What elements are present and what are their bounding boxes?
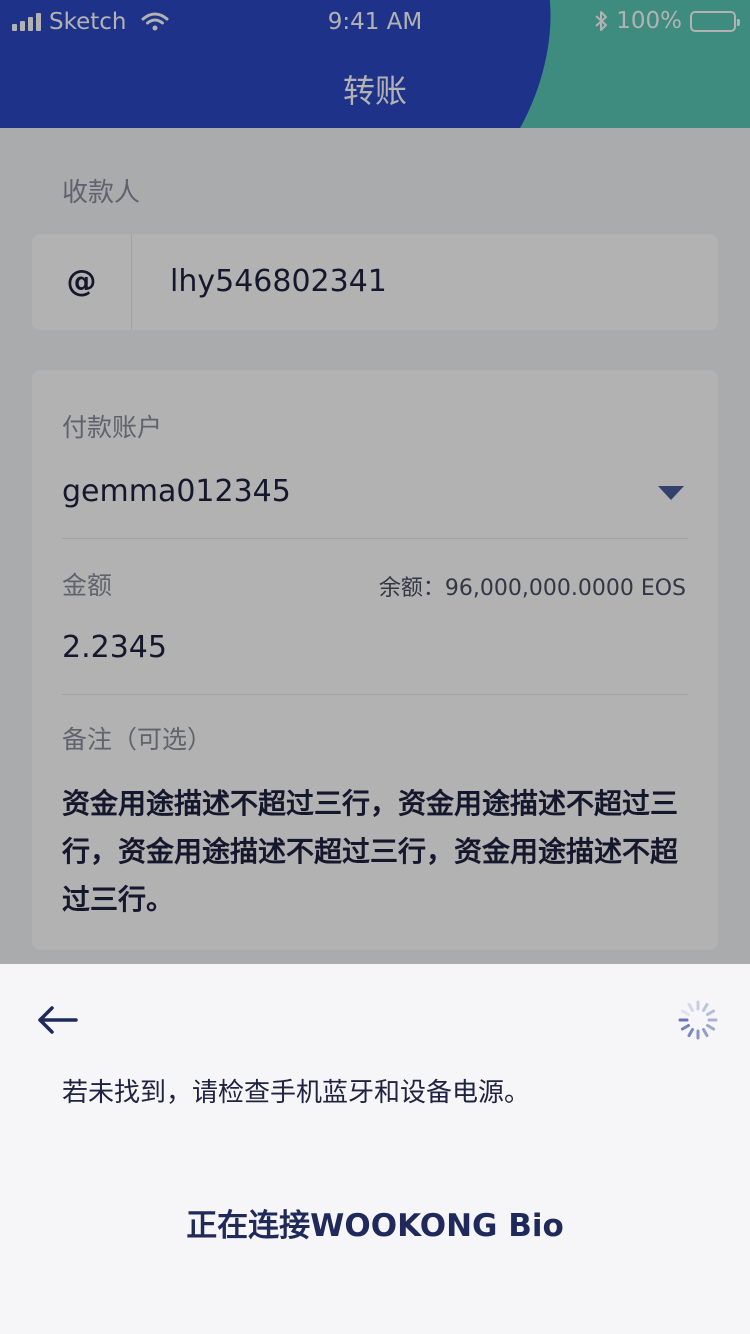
connecting-status: 正在连接WOOKONG Bio [186, 1208, 564, 1244]
bluetooth-hint: 若未找到，请检查手机蓝牙和设备电源。 [62, 1078, 531, 1108]
loading-spinner-icon [678, 1000, 718, 1040]
modal-overlay[interactable] [0, 0, 750, 964]
connect-sheet: 若未找到，请检查手机蓝牙和设备电源。 正在连接WOOKONG Bio [0, 964, 750, 1334]
transfer-screen: Sketch 9:41 AM 100% 转账 收款人 @ lhy54680234… [0, 0, 750, 1334]
back-arrow-icon[interactable] [32, 1000, 82, 1040]
